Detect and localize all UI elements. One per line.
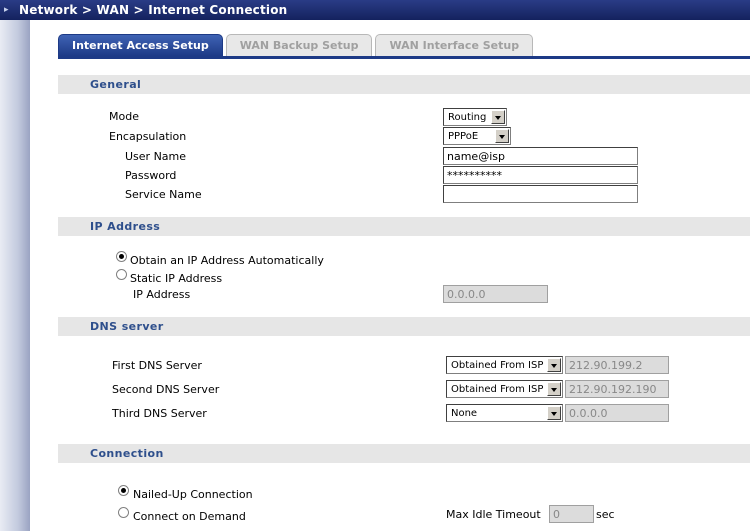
- ip-static-label: Static IP Address: [130, 272, 223, 285]
- nailed-up-radio[interactable]: [118, 485, 129, 496]
- tab-wan-interface-setup[interactable]: WAN Interface Setup: [375, 34, 534, 56]
- mode-select[interactable]: Routing: [443, 108, 507, 126]
- idle-unit-label: sec: [596, 508, 615, 521]
- username-field[interactable]: name@isp: [443, 147, 638, 165]
- password-field[interactable]: **********: [443, 166, 638, 184]
- service-name-field[interactable]: [443, 185, 638, 203]
- tab-bar: Internet Access Setup WAN Backup Setup W…: [58, 34, 536, 56]
- chevron-down-icon: [491, 110, 505, 124]
- first-dns-field[interactable]: 212.90.199.2: [565, 356, 669, 374]
- third-dns-mode-select[interactable]: None: [446, 404, 563, 422]
- second-dns-field[interactable]: 212.90.192.190: [565, 380, 669, 398]
- section-connection-header: Connection: [58, 444, 750, 463]
- connect-on-demand-radio[interactable]: [118, 507, 129, 518]
- left-sidebar: [0, 20, 30, 531]
- second-dns-label: Second DNS Server: [112, 383, 220, 396]
- chevron-down-icon: [495, 129, 509, 143]
- ip-auto-radio[interactable]: [116, 251, 127, 262]
- tab-wan-backup-setup[interactable]: WAN Backup Setup: [225, 34, 373, 56]
- title-bar: ▸ Network > WAN > Internet Connection: [0, 0, 750, 20]
- first-dns-mode-select[interactable]: Obtained From ISP: [446, 356, 563, 374]
- encapsulation-selected: PPPoE: [448, 130, 479, 142]
- second-dns-mode-selected: Obtained From ISP: [451, 383, 544, 395]
- username-label: User Name: [125, 150, 187, 163]
- third-dns-mode-selected: None: [451, 407, 478, 419]
- encapsulation-select[interactable]: PPPoE: [443, 127, 511, 145]
- ip-address-field[interactable]: 0.0.0.0: [443, 285, 548, 303]
- password-label: Password: [125, 169, 177, 182]
- second-dns-mode-select[interactable]: Obtained From ISP: [446, 380, 563, 398]
- chevron-down-icon: [547, 382, 561, 396]
- chevron-down-icon: [547, 406, 561, 420]
- tab-underline: [58, 56, 750, 59]
- chevron-down-icon: [547, 358, 561, 372]
- connect-on-demand-label: Connect on Demand: [133, 510, 246, 523]
- first-dns-label: First DNS Server: [112, 359, 202, 372]
- first-dns-mode-selected: Obtained From ISP: [451, 359, 544, 371]
- section-general-header: General: [58, 75, 750, 94]
- max-idle-timeout-field[interactable]: 0: [549, 505, 594, 523]
- ip-address-label: IP Address: [133, 288, 191, 301]
- ip-static-radio[interactable]: [116, 269, 127, 280]
- breadcrumb: Network > WAN > Internet Connection: [19, 3, 288, 17]
- encapsulation-label: Encapsulation: [109, 130, 187, 143]
- ip-auto-label: Obtain an IP Address Automatically: [130, 254, 324, 267]
- nav-arrow-icon: ▸: [4, 5, 9, 15]
- third-dns-label: Third DNS Server: [112, 407, 207, 420]
- section-ip-address-header: IP Address: [58, 217, 750, 236]
- mode-label: Mode: [109, 110, 139, 123]
- mode-selected: Routing: [448, 111, 487, 123]
- service-name-label: Service Name: [125, 188, 202, 201]
- third-dns-field[interactable]: 0.0.0.0: [565, 404, 669, 422]
- max-idle-timeout-label: Max Idle Timeout: [446, 508, 541, 521]
- section-dns-header: DNS server: [58, 317, 750, 336]
- tab-internet-access-setup[interactable]: Internet Access Setup: [58, 34, 223, 56]
- nailed-up-label: Nailed-Up Connection: [133, 488, 253, 501]
